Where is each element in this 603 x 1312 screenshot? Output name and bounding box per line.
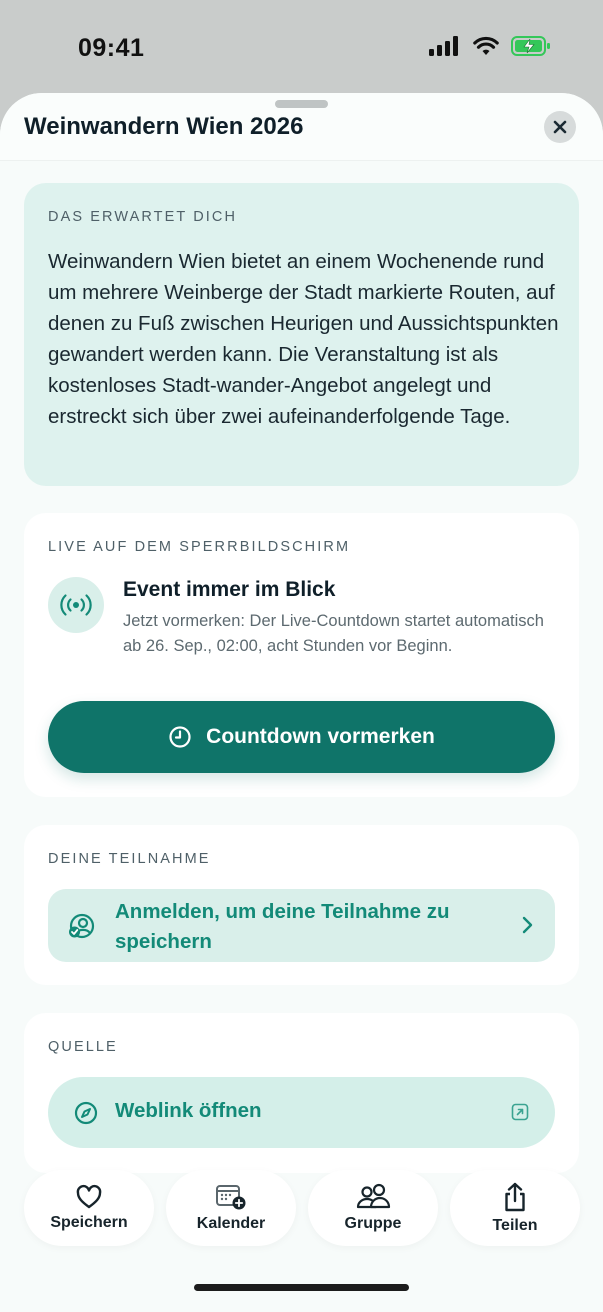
source-section-label: QUELLE — [48, 1039, 118, 1055]
wifi-icon — [473, 36, 499, 56]
sheet-title: Weinwandern Wien 2026 — [24, 113, 304, 140]
clock-icon — [169, 726, 191, 748]
live-activity-card: LIVE AUF DEM SPERRBILDSCHIRM Event immer… — [24, 513, 579, 797]
event-sheet: Weinwandern Wien 2026 DAS ERWARTET DICH … — [0, 93, 603, 1312]
signin-button-label: Anmelden, um deine Teilnahme zu speicher… — [115, 900, 450, 953]
status-icons — [429, 36, 551, 56]
group-button-label: Gruppe — [344, 1215, 402, 1232]
group-icon — [356, 1183, 391, 1209]
user-check-icon — [68, 913, 96, 944]
weblink-button-label: Weblink öffnen — [115, 1099, 262, 1122]
participation-card: DEINE TEILNAHME Anmelden, um deine Teiln… — [24, 825, 579, 985]
battery-charging-icon — [511, 36, 551, 56]
live-subtitle: Jetzt vormerken: Der Live-Countdown star… — [123, 612, 544, 655]
save-button[interactable]: Speichern — [24, 1170, 154, 1246]
chevron-right-icon — [521, 916, 533, 939]
sheet-header: Weinwandern Wien 2026 — [0, 93, 603, 161]
group-button[interactable]: Gruppe — [308, 1170, 438, 1246]
live-title: Event immer im Blick — [123, 578, 336, 601]
calendar-add-icon — [216, 1185, 246, 1210]
calendar-button[interactable]: Kalender — [166, 1170, 296, 1246]
save-button-label: Speichern — [50, 1214, 128, 1231]
heart-icon — [76, 1184, 102, 1209]
about-section-label: DAS ERWARTET DICH — [48, 209, 238, 225]
status-time: 09:41 — [78, 34, 145, 62]
signin-button[interactable]: Anmelden, um deine Teilnahme zu speicher… — [48, 889, 555, 962]
close-icon — [553, 120, 567, 134]
compass-icon — [74, 1101, 98, 1130]
share-button-label: Teilen — [492, 1217, 538, 1234]
calendar-button-label: Kalender — [196, 1215, 266, 1232]
countdown-button-label: Countdown vormerken — [206, 725, 435, 748]
about-card: DAS ERWARTET DICH Weinwandern Wien biete… — [24, 183, 579, 486]
share-button[interactable]: Teilen — [450, 1170, 580, 1246]
home-indicator[interactable] — [194, 1284, 409, 1291]
share-icon — [505, 1182, 525, 1212]
about-description: Weinwandern Wien bietet an einem Wochene… — [48, 250, 559, 428]
participation-section-label: DEINE TEILNAHME — [48, 851, 211, 867]
close-button[interactable] — [544, 111, 576, 143]
source-card: QUELLE Weblink öffnen — [24, 1013, 579, 1173]
external-link-icon — [511, 1103, 529, 1126]
live-section-label: LIVE AUF DEM SPERRBILDSCHIRM — [48, 539, 351, 555]
broadcast-icon — [48, 577, 104, 633]
sheet-grabber[interactable] — [275, 100, 328, 108]
cellular-signal-icon — [429, 36, 461, 56]
status-bar: 09:41 — [0, 0, 603, 96]
weblink-button[interactable]: Weblink öffnen — [48, 1077, 555, 1148]
countdown-button[interactable]: Countdown vormerken — [48, 701, 555, 773]
